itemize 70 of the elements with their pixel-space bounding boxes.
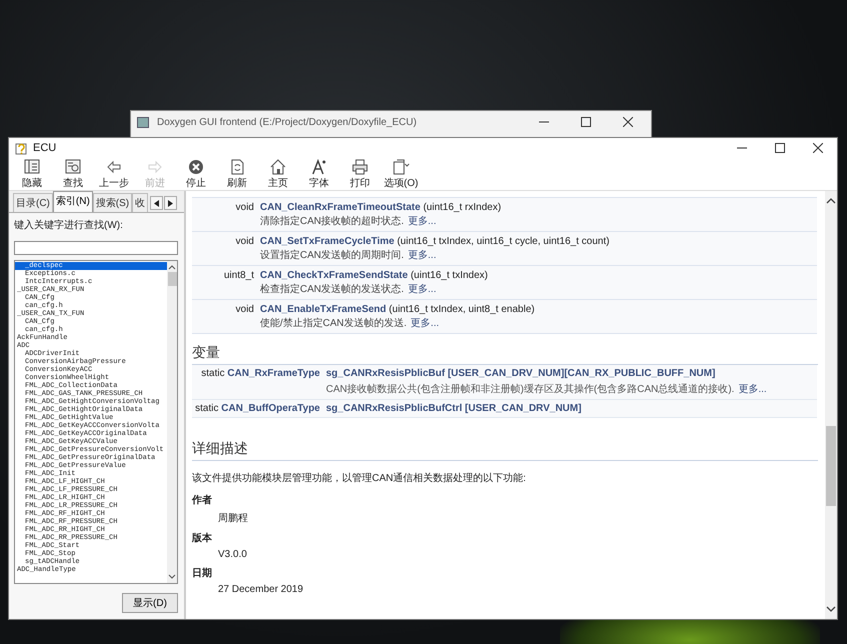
scroll-right-button[interactable] <box>164 196 178 210</box>
return-type: void <box>234 304 255 314</box>
left-triangle-icon <box>154 200 160 206</box>
scroll-thumb[interactable] <box>826 426 836 506</box>
more-link[interactable]: 更多... <box>408 248 436 262</box>
more-link[interactable]: 更多... <box>408 214 436 228</box>
scroll-thumb[interactable] <box>168 272 176 286</box>
return-type: void <box>234 236 255 246</box>
window-title: ECU <box>33 142 56 154</box>
field-label: 日期 <box>192 566 213 580</box>
tab[interactable]: 收 <box>132 193 148 212</box>
scroll-left-button[interactable] <box>150 196 164 210</box>
help-icon <box>15 141 29 155</box>
font-icon <box>310 158 328 175</box>
window-title: Doxygen GUI frontend (E:/Project/Doxygen/Doxyfile_ECU) <box>157 116 417 128</box>
display-button[interactable]: 显示(D) <box>122 593 178 613</box>
toolbar-button[interactable]: 隐藏 <box>13 158 51 190</box>
function-signature: CAN_CheckTxFrameSendState (uint16_t txIndex) <box>260 270 488 280</box>
scroll-up-icon <box>826 197 836 204</box>
more-link[interactable]: 更多... <box>410 316 440 330</box>
panel-icon <box>64 158 82 175</box>
toolbar-button[interactable]: 选项(O) <box>382 158 420 190</box>
tab[interactable]: 目录(C) <box>13 193 53 212</box>
panel-icon <box>23 158 41 175</box>
keyword-field[interactable] <box>14 241 178 255</box>
more-link[interactable]: 更多... <box>738 382 767 396</box>
section-heading: 详细描述 <box>192 440 818 461</box>
right-triangle-icon <box>168 200 174 206</box>
scrollbar[interactable] <box>825 191 837 619</box>
close-icon <box>813 143 823 153</box>
toolbar-button[interactable]: 上一步 <box>95 158 133 190</box>
function-signature: CAN_CleanRxFrameTimeoutState (uint16_t rxIndex) <box>260 202 502 212</box>
more-link[interactable]: 更多... <box>408 282 436 296</box>
toolbar-button[interactable]: 字体 <box>300 158 338 190</box>
toolbar-button[interactable]: 停止 <box>177 158 215 190</box>
toolbar-button[interactable]: 查找 <box>54 158 92 190</box>
scroll-up-icon <box>168 264 176 270</box>
variable-description: CAN接收帧数据公共(包含注册帧和非注册帧)缓存区及其操作(包含多路CAN总线通道的接收). <box>326 382 734 396</box>
field-value: V3.0.0 <box>217 549 248 560</box>
field-value: 周鹏程 <box>217 512 249 525</box>
field-label: 版本 <box>192 532 213 545</box>
description-text: 该文件提供功能模块层管理功能，以管理CAN通信相关数据处理的以下功能: <box>192 472 527 485</box>
function-description: 使能/禁止指定CAN发送帧的发送. <box>260 316 407 330</box>
function-description: 设置指定CAN发送帧的周期时间. <box>260 248 404 262</box>
toolbar-button[interactable]: 刷新 <box>218 158 256 190</box>
variable-type: static CAN_BuffOperaType <box>194 403 320 414</box>
scrollbar[interactable] <box>167 261 177 583</box>
function-description: 检查指定CAN发送帧的发送状态. <box>260 282 404 296</box>
scroll-down-icon <box>826 606 836 613</box>
search-label: 键入关键字进行查找(W): <box>14 218 124 232</box>
maximize-icon <box>581 117 591 127</box>
maximize-icon <box>775 143 785 153</box>
tab[interactable]: 索引(N) <box>52 191 93 212</box>
tab[interactable]: 搜索(S) <box>92 193 132 212</box>
return-type: uint8_t <box>222 270 255 280</box>
field-label: 作者 <box>192 494 213 507</box>
app-icon <box>137 116 149 128</box>
function-signature: CAN_EnableTxFrameSend (uint16_t txIndex, uint8_t enable) <box>260 304 535 314</box>
function-description: 清除指定CAN接收帧的超时状态. <box>260 214 404 228</box>
return-type: void <box>234 202 255 212</box>
toolbar-button[interactable]: 主页 <box>259 158 297 190</box>
right-arrow-icon <box>146 158 164 175</box>
variable-type: static CAN_RxFrameType <box>200 368 320 379</box>
variable-name: sg_CANRxResisPblicBufCtrl [USER_CAN_DRV_NUM] <box>326 403 582 414</box>
function-signature: CAN_SetTxFrameCycleTime (uint16_t txIndex, uint16_t cycle, uint16_t count) <box>260 236 610 246</box>
variable-name: sg_CANRxResisPblicBuf [USER_CAN_DRV_NUM][CAN_RX_PUBLIC_BUFF_NUM] <box>326 368 716 379</box>
close-icon <box>623 117 633 127</box>
scroll-down-icon <box>168 574 176 580</box>
field-value: 27 December 2019 <box>217 584 304 595</box>
toolbar-button[interactable]: 打印 <box>341 158 379 190</box>
